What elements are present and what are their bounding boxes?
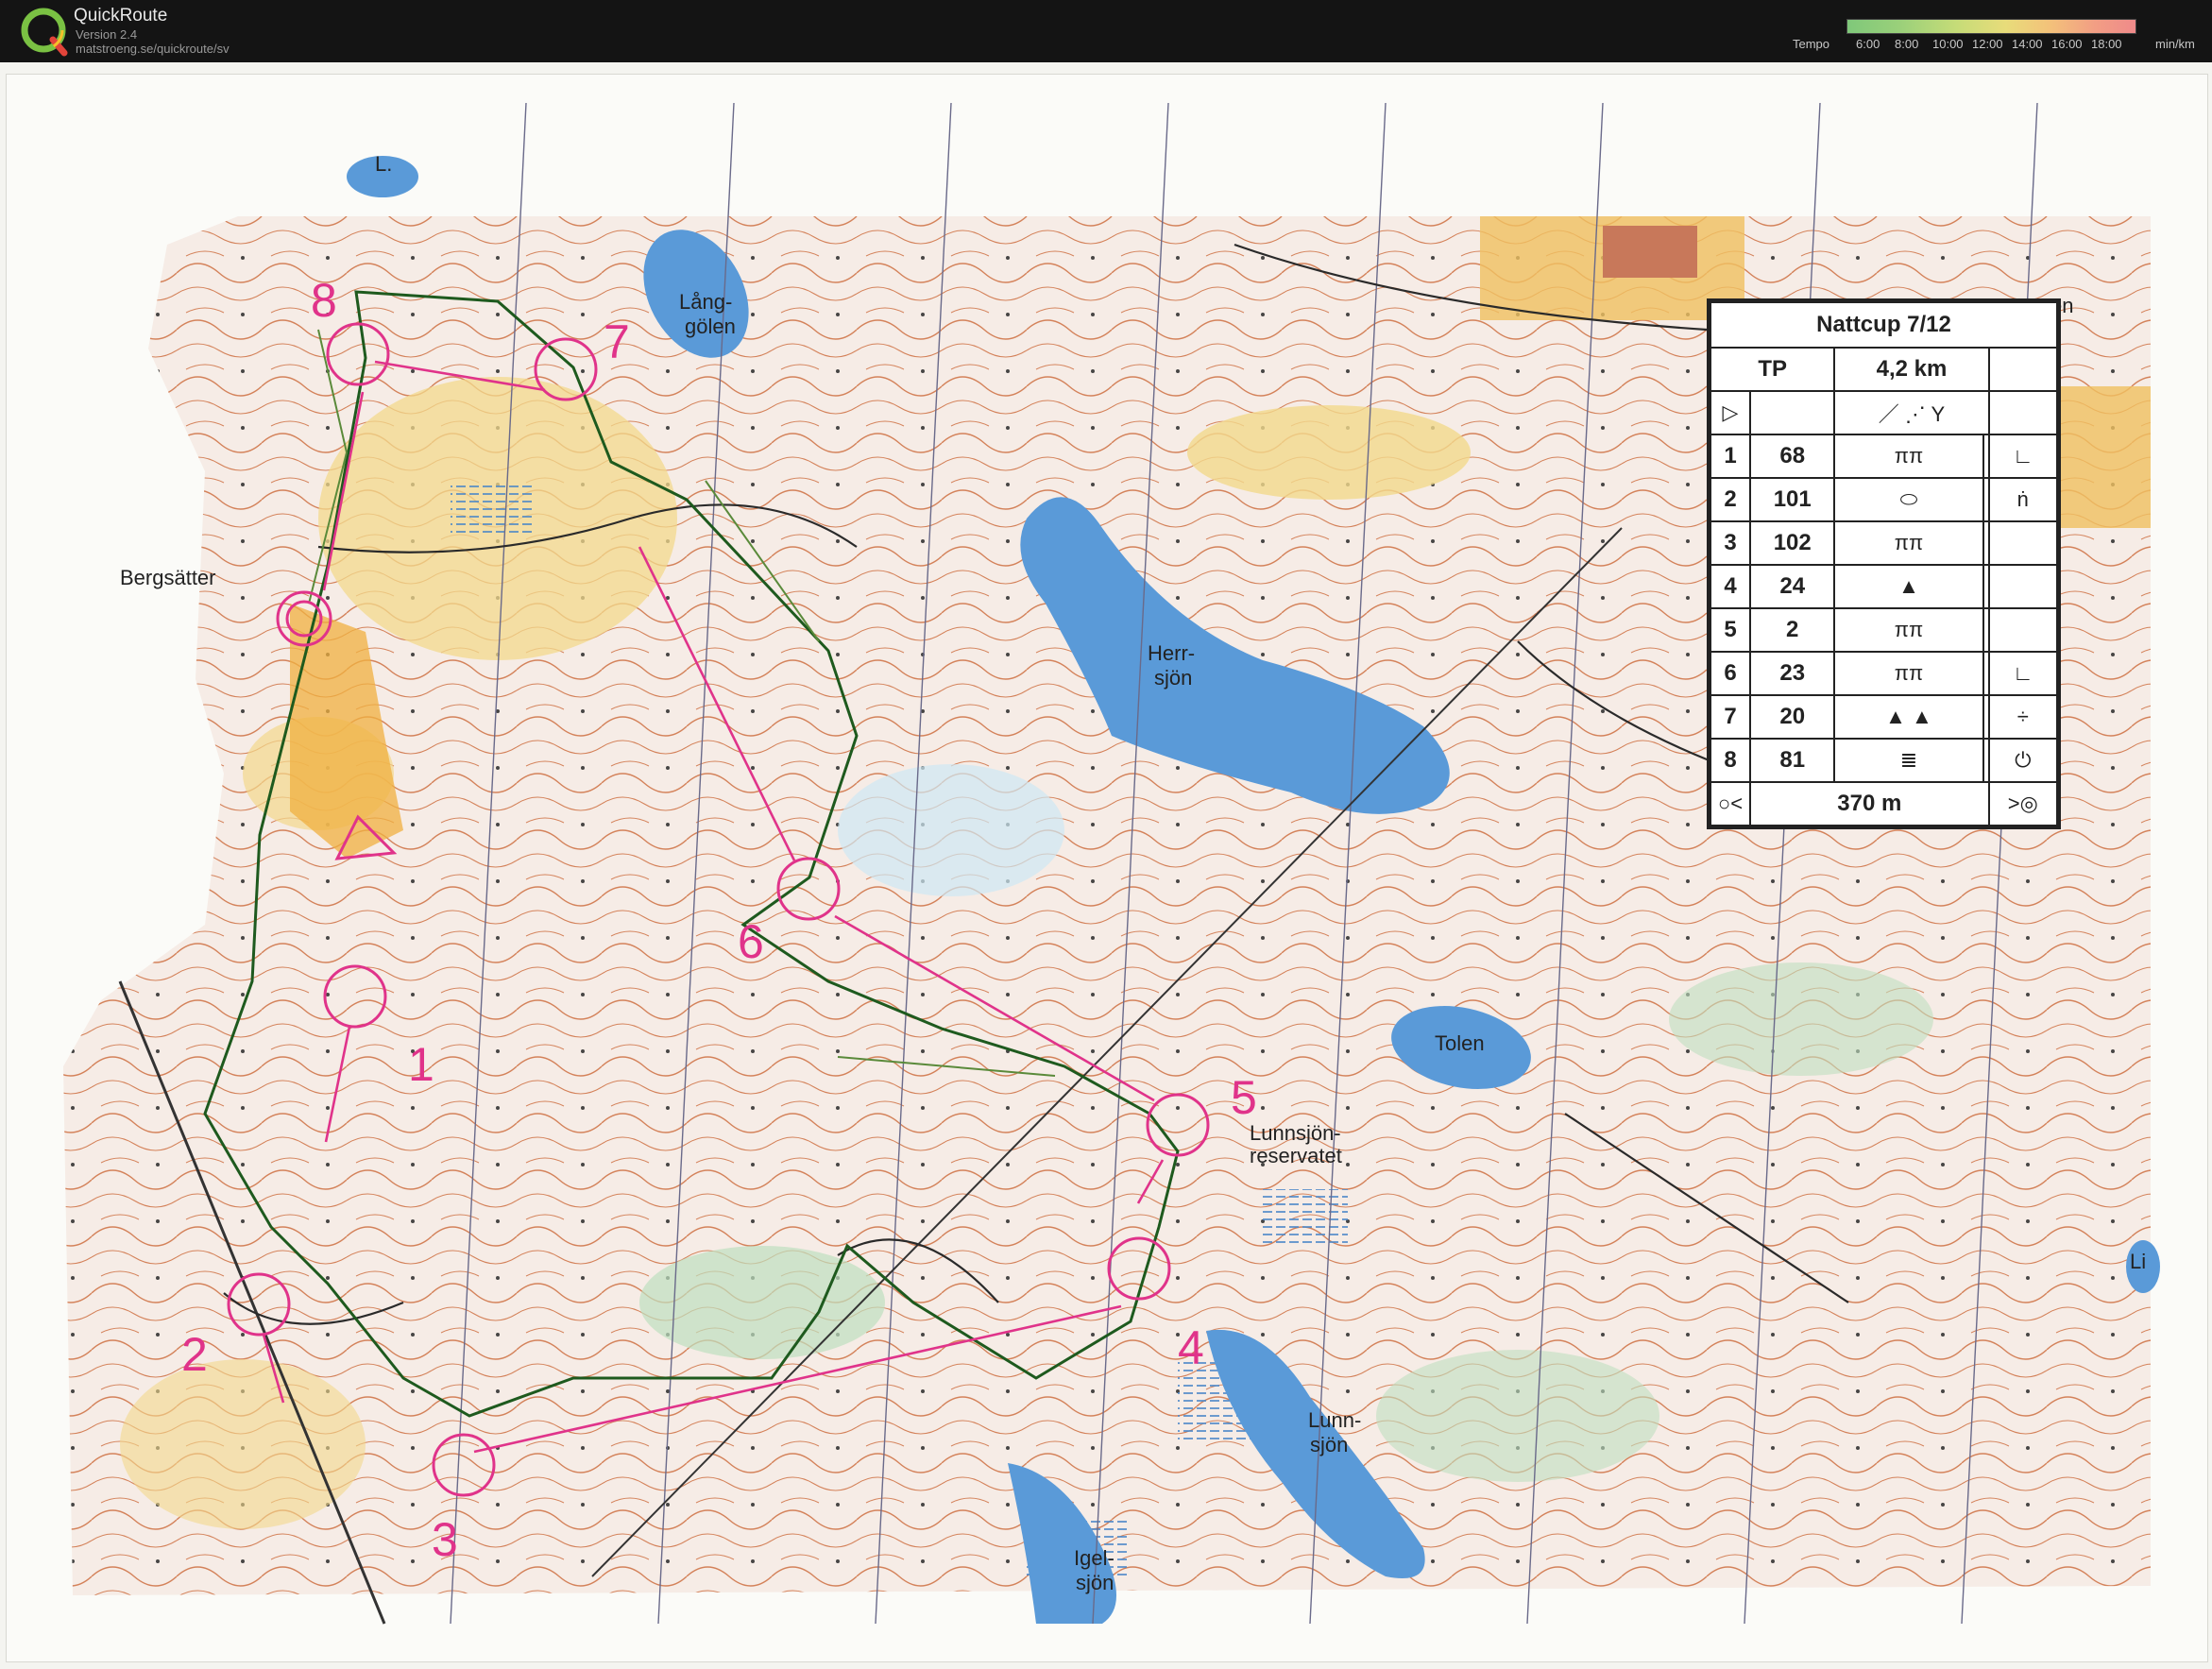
corner-icon: ∟	[1987, 651, 2059, 696]
legend-row-code: 20	[1748, 694, 1836, 740]
tempo-tick: 18:00	[2091, 37, 2122, 51]
legend-row-number: 1	[1710, 434, 1751, 479]
hilltop-icon: ▲ ▲	[1833, 694, 1984, 740]
vegetation-area	[1669, 962, 1933, 1076]
legend-row-code: 24	[1748, 564, 1836, 609]
place-name: gölen	[685, 315, 736, 338]
control-number: 4	[1178, 1321, 1204, 1374]
cliff-icon: ππ	[1833, 651, 1984, 696]
app-url[interactable]: matstroeng.se/quickroute/sv	[76, 42, 230, 56]
hilltop-icon: ▲	[1833, 564, 1984, 609]
legend-row-number: 6	[1710, 651, 1751, 696]
legend-row-code: 68	[1748, 434, 1836, 479]
marsh-icon: ≣	[1833, 738, 1984, 783]
corner-icon: ∟	[1987, 434, 2059, 479]
place-name: sjön	[1310, 1433, 1348, 1456]
control-number: 6	[738, 915, 764, 968]
finish-start-icon: ○<	[1710, 781, 1751, 826]
place-name: reservatet	[1250, 1144, 1342, 1167]
map-canvas[interactable]: 1 2 3 4 5 6 7 8 Bergsätter Lång- gölen H…	[6, 74, 2208, 1662]
app-header: QuickRoute Version 2.4 matstroeng.se/qui…	[0, 0, 2212, 62]
place-name: Tolen	[1435, 1031, 1485, 1055]
place-name: Bergsätter	[120, 566, 216, 589]
marsh-area	[1263, 1189, 1348, 1246]
crossing-symbols-icon: ／ ⋰ Y	[1833, 390, 1990, 435]
place-name: Igel-	[1074, 1546, 1115, 1570]
control-number: 1	[408, 1038, 434, 1091]
legend-row-code: 2	[1748, 607, 1836, 653]
start-triangle-icon: ▷	[1710, 390, 1751, 435]
legend-row-code: 101	[1748, 477, 1836, 522]
legend-title: Nattcup 7/12	[1710, 301, 2058, 349]
legend-class: TP	[1709, 347, 1836, 392]
control-number: 2	[181, 1328, 208, 1381]
app-name: QuickRoute	[74, 6, 168, 26]
legend-finish-distance: 370 m	[1749, 781, 1990, 826]
tempo-label: Tempo	[1793, 37, 1830, 51]
tempo-tick: 16:00	[2051, 37, 2083, 51]
finish-circle-icon: >◎	[1987, 781, 2059, 826]
foot-icon: ṅ	[1987, 477, 2059, 522]
tempo-tick: 14:00	[2012, 37, 2043, 51]
between-icon: ÷	[1987, 694, 2059, 740]
place-name: L.	[375, 152, 392, 176]
place-name: Li	[2130, 1250, 2146, 1273]
app-version: Version 2.4	[76, 27, 138, 42]
marsh-area	[451, 481, 536, 537]
control-number: 8	[311, 274, 337, 327]
legend-row-number: 8	[1710, 738, 1751, 783]
place-name: Lång-	[679, 290, 732, 314]
place-name: sjön	[1076, 1571, 1114, 1594]
building	[1603, 226, 1697, 278]
control-number: 3	[432, 1513, 458, 1566]
tempo-tick: 6:00	[1856, 37, 1880, 51]
legend-row-number: 5	[1710, 607, 1751, 653]
cliff-icon: ππ	[1833, 520, 1984, 566]
vegetation-area	[1376, 1350, 1659, 1482]
boulder-icon: ⬭	[1833, 477, 1984, 522]
tempo-tick: 12:00	[1972, 37, 2003, 51]
cliff-icon: ππ	[1833, 607, 1984, 653]
legend-row-code: 23	[1748, 651, 1836, 696]
control-description-sheet: Nattcup 7/12 TP 4,2 km ▷ ／ ⋰ Y 1 68 ππ ∟…	[1707, 298, 2061, 829]
legend-row-number: 3	[1710, 520, 1751, 566]
place-name: Lunnsjön-	[1250, 1121, 1341, 1145]
control-number: 7	[604, 315, 630, 368]
place-name: Lunn-	[1308, 1408, 1361, 1432]
legend-row-number: 7	[1710, 694, 1751, 740]
quickroute-logo-icon	[21, 8, 68, 57]
legend-row-code: 81	[1748, 738, 1836, 783]
open-area	[120, 1359, 366, 1529]
control-number: 5	[1231, 1071, 1257, 1124]
legend-row-code: 102	[1748, 520, 1836, 566]
legend-distance: 4,2 km	[1833, 347, 1990, 392]
tempo-color-scale	[1846, 19, 2136, 34]
legend-row-number: 2	[1710, 477, 1751, 522]
place-name: Herr-	[1148, 641, 1195, 665]
legend-row-number: 4	[1710, 564, 1751, 609]
vegetation-area	[838, 764, 1064, 896]
tempo-tick: 10:00	[1932, 37, 1964, 51]
tempo-unit: min/km	[2155, 37, 2195, 51]
top-icon: ⏻	[1987, 738, 2059, 783]
open-area	[1187, 405, 1471, 500]
place-name: sjön	[1154, 666, 1192, 690]
cliff-icon: ππ	[1833, 434, 1984, 479]
tempo-tick: 8:00	[1895, 37, 1919, 51]
